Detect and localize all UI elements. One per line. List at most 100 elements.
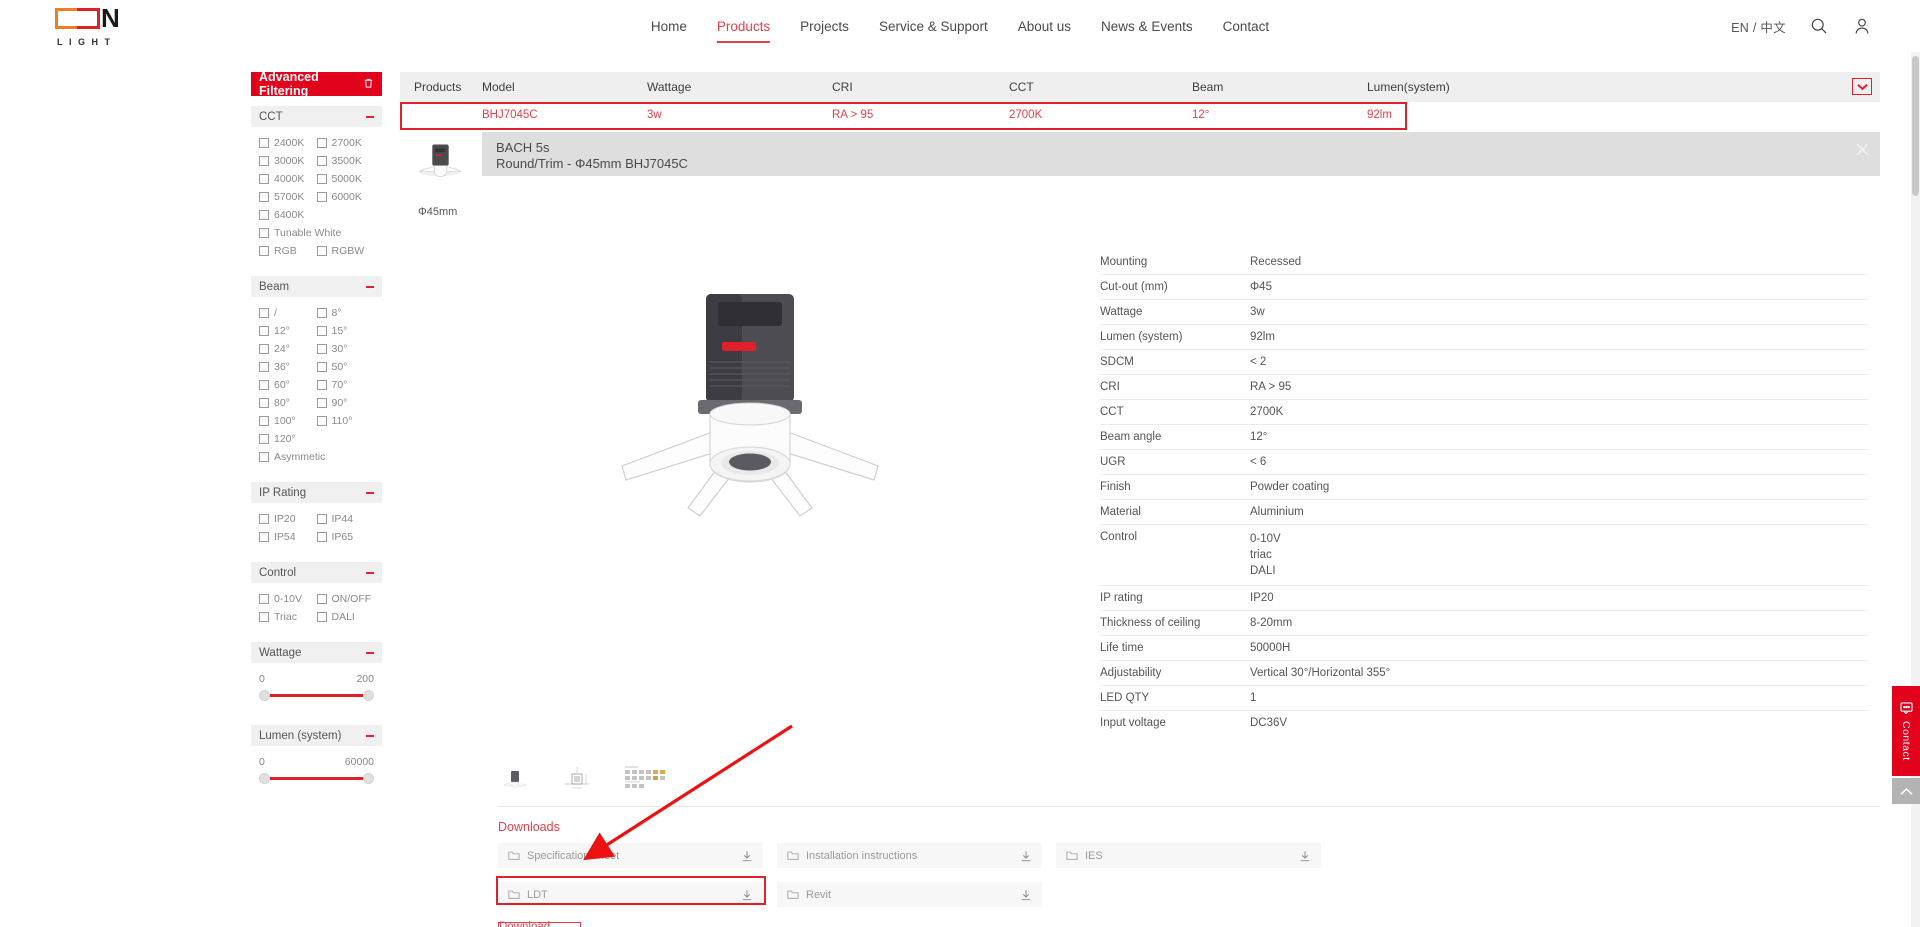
- filter-checkbox-0-10v[interactable]: 0-10V: [259, 592, 317, 606]
- dimension-drawing-thumb[interactable]: [562, 765, 592, 796]
- nav-item-news-events[interactable]: News & Events: [1086, 2, 1208, 51]
- filter-checkbox-beam-15[interactable]: 15°: [316, 324, 375, 338]
- filter-checkbox-5700k[interactable]: 5700K: [259, 190, 317, 204]
- site-logo[interactable]: N LIGHT: [55, 5, 133, 47]
- filter-checkbox-beam-60[interactable]: 60°: [259, 378, 317, 392]
- filter-checkbox-triac[interactable]: Triac: [259, 610, 317, 624]
- filter-checkbox-beam-90[interactable]: 90°: [316, 396, 375, 410]
- filter-group-wattage-header[interactable]: Wattage: [251, 642, 382, 663]
- checkbox-box[interactable]: [316, 156, 327, 166]
- filter-checkbox-3000k[interactable]: 3000K: [259, 154, 317, 168]
- spec-grid-thumb[interactable]: [624, 765, 666, 796]
- checkbox-box[interactable]: [316, 174, 327, 184]
- checkbox-box[interactable]: [259, 612, 269, 622]
- product-thumbnail[interactable]: [410, 132, 470, 184]
- checkbox-box[interactable]: [316, 532, 327, 542]
- download-icon[interactable]: [1299, 850, 1311, 862]
- filter-checkbox-beam-120[interactable]: 120°: [259, 432, 320, 446]
- nav-item-service-support[interactable]: Service & Support: [864, 2, 1003, 51]
- filter-checkbox-ip65[interactable]: IP65: [316, 530, 375, 544]
- checkbox-box[interactable]: [316, 246, 327, 256]
- close-icon[interactable]: [1856, 143, 1869, 156]
- slider-handle-min[interactable]: [259, 690, 270, 701]
- filter-checkbox-asymmetic[interactable]: Asymmetic: [259, 450, 374, 464]
- filter-checkbox-beam-80[interactable]: 80°: [259, 396, 317, 410]
- nav-item-home[interactable]: Home: [636, 2, 702, 51]
- checkbox-box[interactable]: [259, 308, 269, 318]
- filter-checkbox-on-off[interactable]: ON/OFF: [316, 592, 375, 606]
- download-item-specification-sheet[interactable]: Specification sheet: [498, 843, 763, 868]
- filter-checkbox-beam-12[interactable]: 12°: [259, 324, 317, 338]
- checkbox-box[interactable]: [259, 380, 269, 390]
- filter-checkbox-beam-24[interactable]: 24°: [259, 342, 317, 356]
- checkbox-box[interactable]: [259, 416, 269, 426]
- checkbox-box[interactable]: [259, 156, 269, 166]
- minus-icon[interactable]: [366, 734, 374, 737]
- wattage-slider-track[interactable]: [259, 690, 374, 701]
- filter-group-control-header[interactable]: Control: [251, 562, 382, 583]
- checkbox-box[interactable]: [316, 138, 327, 148]
- filter-checkbox-beam-110[interactable]: 110°: [316, 414, 375, 428]
- minus-icon[interactable]: [366, 115, 374, 118]
- minus-icon[interactable]: [366, 571, 374, 574]
- checkbox-box[interactable]: [316, 192, 327, 202]
- checkbox-box[interactable]: [259, 514, 269, 524]
- filter-checkbox-beam-30[interactable]: 30°: [316, 342, 375, 356]
- checkbox-box[interactable]: [259, 326, 269, 336]
- wattage-slider[interactable]: 0 200: [251, 663, 382, 715]
- checkbox-box[interactable]: [316, 344, 327, 354]
- checkbox-box[interactable]: [259, 532, 269, 542]
- slider-handle-max[interactable]: [363, 690, 374, 701]
- filter-group-ip-rating-header[interactable]: IP Rating: [251, 482, 382, 503]
- checkbox-box[interactable]: [259, 452, 269, 462]
- checkbox-box[interactable]: [316, 380, 327, 390]
- filter-checkbox-ip44[interactable]: IP44: [316, 512, 375, 526]
- checkbox-box[interactable]: [259, 138, 269, 148]
- filter-checkbox-beam-none[interactable]: /: [259, 306, 317, 320]
- filter-checkbox-ip20[interactable]: IP20: [259, 512, 317, 526]
- table-row[interactable]: BHJ7045C 3w RA > 95 2700K 12° 92lm: [400, 102, 1880, 128]
- minus-icon[interactable]: [366, 491, 374, 494]
- download-icon[interactable]: [1020, 889, 1032, 901]
- checkbox-box[interactable]: [259, 594, 269, 604]
- filter-checkbox-beam-70[interactable]: 70°: [316, 378, 375, 392]
- checkbox-box[interactable]: [259, 434, 269, 444]
- download-icon[interactable]: [1020, 850, 1032, 862]
- checkbox-box[interactable]: [316, 514, 327, 524]
- filter-checkbox-6000k[interactable]: 6000K: [316, 190, 375, 204]
- filter-checkbox-beam-100[interactable]: 100°: [259, 414, 317, 428]
- filter-group-beam-header[interactable]: Beam: [251, 276, 382, 297]
- lumen-slider-track[interactable]: [259, 773, 374, 784]
- slider-handle-max[interactable]: [363, 773, 374, 784]
- filter-checkbox-rgbw[interactable]: RGBW: [316, 244, 375, 258]
- nav-item-projects[interactable]: Projects: [785, 2, 864, 51]
- checkbox-box[interactable]: [259, 228, 269, 238]
- nav-item-contact[interactable]: Contact: [1208, 2, 1285, 51]
- filter-checkbox-beam-50[interactable]: 50°: [316, 360, 375, 374]
- download-item-ldt[interactable]: LDT: [498, 882, 763, 907]
- filter-checkbox-dali[interactable]: DALI: [316, 610, 375, 624]
- checkbox-box[interactable]: [259, 246, 269, 256]
- checkbox-box[interactable]: [259, 174, 269, 184]
- chevron-down-icon[interactable]: [1852, 78, 1872, 95]
- checkbox-box[interactable]: [259, 210, 269, 220]
- download-item-ies[interactable]: IES: [1056, 843, 1321, 868]
- minus-icon[interactable]: [366, 285, 374, 288]
- checkbox-box[interactable]: [259, 362, 269, 372]
- checkbox-box[interactable]: [259, 344, 269, 354]
- filter-checkbox-3500k[interactable]: 3500K: [316, 154, 375, 168]
- filter-group-lumen-header[interactable]: Lumen (system): [251, 725, 382, 746]
- filter-checkbox-6400k[interactable]: 6400K: [259, 208, 320, 222]
- user-icon[interactable]: [1852, 16, 1872, 36]
- download-all-button[interactable]: Download All: [498, 921, 581, 927]
- filter-group-cct-header[interactable]: CCT: [251, 106, 382, 127]
- filter-checkbox-rgb[interactable]: RGB: [259, 244, 317, 258]
- filter-checkbox-5000k[interactable]: 5000K: [316, 172, 375, 186]
- download-icon[interactable]: [741, 850, 753, 862]
- checkbox-box[interactable]: [316, 308, 327, 318]
- minus-icon[interactable]: [366, 651, 374, 654]
- nav-item-products[interactable]: Products: [702, 2, 785, 51]
- filter-checkbox-2400k[interactable]: 2400K: [259, 136, 317, 150]
- trash-icon[interactable]: [363, 77, 374, 92]
- checkbox-box[interactable]: [316, 326, 327, 336]
